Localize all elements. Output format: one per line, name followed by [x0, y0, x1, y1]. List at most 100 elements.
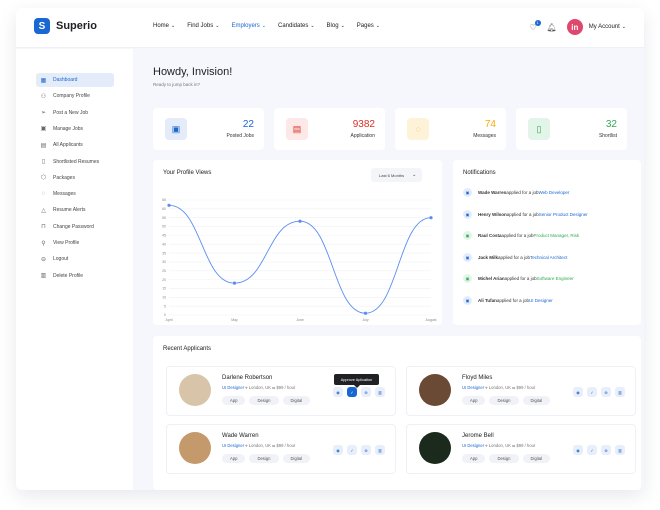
approve-button[interactable]: ✓: [347, 445, 357, 455]
account-menu[interactable]: My Account ⌄: [589, 24, 626, 30]
job-link[interactable]: Web Developer: [538, 190, 569, 195]
chevron-down-icon: ⌄: [375, 23, 380, 29]
x-tick-label: July: [362, 318, 368, 322]
data-point[interactable]: [429, 216, 433, 220]
sidebar-item-manage-jobs[interactable]: ▣ Manage Jobs: [36, 122, 114, 136]
x-tick-label: June: [296, 318, 304, 322]
stat-card: ◌ 74 Messages: [395, 108, 506, 150]
sidebar-item-label: Delete Profile: [53, 272, 84, 279]
notification-item[interactable]: ▣ Raul Costa applied for a job Product Ma…: [463, 231, 579, 240]
job-link[interactable]: Senior Product Designer: [539, 212, 588, 217]
y-tick-label: 25: [162, 269, 166, 273]
sidebar-item-view-profile[interactable]: ⚲ View Profile: [36, 236, 114, 250]
approve-button[interactable]: ✓: [347, 387, 357, 397]
delete-button[interactable]: ▥: [375, 387, 385, 397]
y-tick-label: 15: [162, 287, 166, 291]
data-point[interactable]: [232, 281, 237, 285]
y-tick-label: 5: [164, 304, 166, 308]
applicant-name[interactable]: Darlene Robertson: [222, 375, 272, 381]
approve-button[interactable]: ✓: [587, 445, 597, 455]
notification-text: applied for a job: [501, 233, 534, 238]
approve-tooltip: Approve Aplication: [334, 374, 379, 388]
applicant-location: London, UK: [488, 385, 511, 390]
stat-label: Posted Jobs: [226, 133, 254, 139]
nav-home[interactable]: Home ⌄: [153, 23, 175, 29]
job-link[interactable]: UI Designer: [529, 298, 553, 303]
applicant-name[interactable]: Jerome Bell: [462, 433, 494, 439]
sidebar-item-resume-alerts[interactable]: △ Resume Alerts: [36, 203, 114, 217]
heart-icon[interactable]: ♡ 1: [529, 19, 541, 32]
job-link[interactable]: Technical Architect: [530, 255, 567, 260]
stat-value: 9382: [352, 119, 375, 130]
eye-icon: ◉: [576, 447, 580, 453]
brand-logo[interactable]: S Superio: [34, 18, 97, 34]
notification-item[interactable]: ▣ Jack Milk applied for a job Technical A…: [463, 252, 567, 262]
data-point[interactable]: [363, 311, 368, 315]
sidebar-item-shortlisted-resumes[interactable]: ▯ Shortlisted Resumes: [36, 155, 114, 169]
sidebar-item-post-a-new-job[interactable]: ➢ Post a New Job: [36, 106, 114, 120]
applicant-name[interactable]: Wade Warren: [222, 433, 259, 439]
view-button[interactable]: ◉: [333, 445, 343, 455]
tag: Design: [249, 454, 279, 463]
delete-button[interactable]: ▥: [615, 387, 625, 397]
sidebar-item-all-applicants[interactable]: ▤ All Applicants: [36, 138, 114, 152]
top-header: S Superio Home ⌄ Find Jobs ⌄ Employers ⌄ Candi…: [16, 8, 644, 48]
delete-button[interactable]: ▥: [615, 445, 625, 455]
view-button[interactable]: ◉: [333, 387, 343, 397]
sidebar-item-label: Change Password: [53, 223, 94, 230]
avatar[interactable]: in: [566, 19, 583, 35]
applicant-name[interactable]: Floyd Miles: [462, 375, 492, 381]
stat-card: ▤ 9382 Application: [274, 108, 385, 150]
approve-button[interactable]: ✓: [587, 387, 597, 397]
applicant-role: UI Designer: [222, 385, 245, 390]
y-tick-label: 40: [162, 242, 166, 246]
tag-list: App Design Digital: [222, 396, 314, 405]
reject-button[interactable]: ⊗: [601, 445, 611, 455]
view-button[interactable]: ◉: [573, 387, 583, 397]
applicant-pay: $99 / hour: [516, 385, 536, 390]
data-point[interactable]: [167, 203, 171, 207]
sidebar-item-messages[interactable]: ◌ Messages: [36, 187, 114, 201]
reject-button[interactable]: ⊗: [361, 387, 371, 397]
nav-employers[interactable]: Employers ⌄: [231, 23, 266, 29]
delete-button[interactable]: ▥: [375, 445, 385, 455]
sidebar-item-delete-profile[interactable]: ▥ Delete Profile: [36, 269, 114, 283]
tag-list: App Design Digital: [222, 454, 314, 463]
job-link[interactable]: Software Engineer: [537, 276, 574, 281]
reject-button[interactable]: ⊗: [361, 445, 371, 455]
applicant-pay: $99 / hour: [516, 443, 536, 448]
check-icon: ✓: [350, 447, 354, 453]
package-icon: ⬡: [40, 175, 47, 182]
nav-pages[interactable]: Pages ⌄: [357, 23, 380, 29]
applicant-location: London, UK: [488, 443, 511, 448]
notification-item[interactable]: ▣ Michel Arian applied for a job Software…: [463, 274, 574, 283]
reject-button[interactable]: ⊗: [601, 387, 611, 397]
page-title: Howdy, Invision!: [153, 66, 233, 78]
briefcase-icon: ▣: [463, 252, 472, 262]
notification-item[interactable]: ▣ Wade Warren applied for a job Web Devel…: [463, 188, 569, 197]
nav-candidates[interactable]: Candidates ⌄: [278, 23, 315, 29]
job-link[interactable]: Product Manager, Risk: [534, 233, 580, 238]
applicant-photo: [179, 374, 211, 406]
briefcase-icon: ▣: [463, 231, 472, 240]
eye-icon: ◉: [576, 389, 580, 395]
nav-label: Candidates: [277, 23, 309, 29]
notification-item[interactable]: ▣ Henry Wilson applied for a job Senior P…: [463, 209, 588, 219]
x-tick-label: May: [231, 318, 238, 322]
data-point[interactable]: [298, 219, 302, 223]
sidebar-item-packages[interactable]: ⬡ Packages: [36, 171, 114, 185]
y-tick-label: 20: [162, 278, 166, 282]
sidebar-item-logout[interactable]: ⊖ Logout: [36, 252, 114, 266]
bell-icon[interactable]: 🔔︎: [547, 23, 557, 32]
nav-blog[interactable]: Blog ⌄: [327, 23, 345, 29]
view-button[interactable]: ◉: [573, 445, 583, 455]
nav-find-jobs[interactable]: Find Jobs ⌄: [187, 23, 219, 29]
notification-item[interactable]: ▣ Ali Tufan applied for a job UI Designer: [463, 295, 553, 305]
sidebar-item-dashboard[interactable]: ▦ Dashboard: [36, 73, 114, 87]
tag-list: App Design Digital: [462, 454, 554, 463]
x-circle-icon: ⊗: [604, 389, 608, 395]
stat-value: 32: [605, 119, 617, 130]
chevron-down-icon: ⌄: [171, 23, 176, 29]
sidebar-item-change-password[interactable]: ⊓ Change Password: [36, 220, 114, 234]
sidebar-item-company-profile[interactable]: ⚇ Company Profile: [36, 89, 114, 103]
